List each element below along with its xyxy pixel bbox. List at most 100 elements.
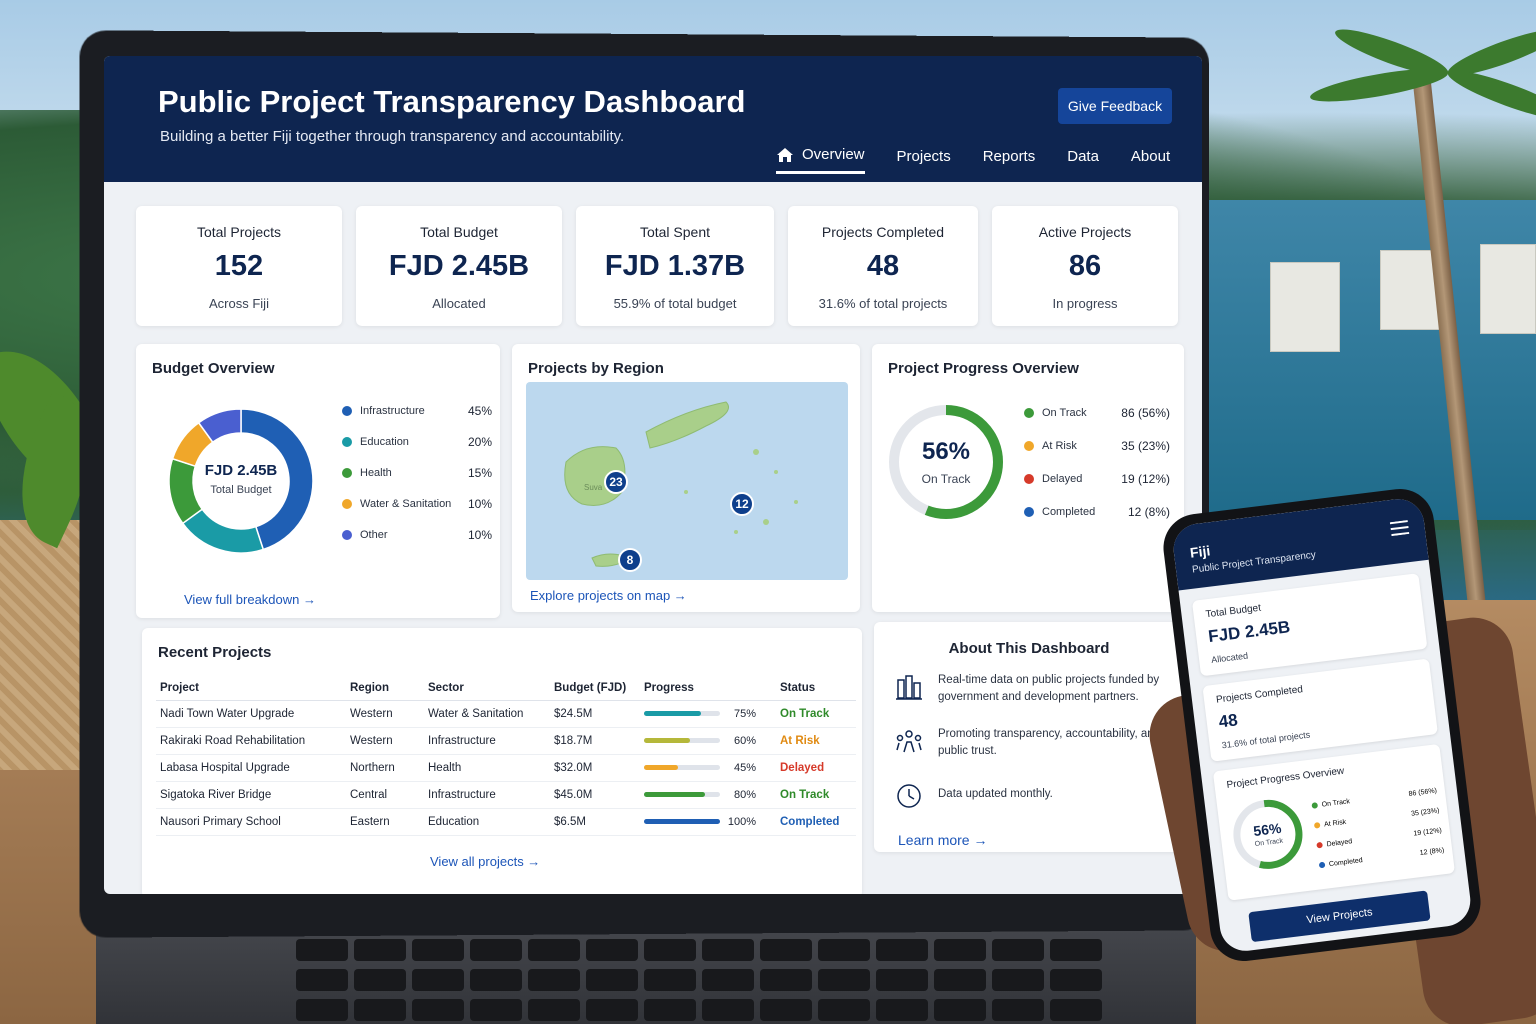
legend-value: 19 (12%) [1413,826,1443,838]
legend-label: Water & Sanitation [360,498,452,510]
budget-overview-card: Budget Overview FJD 2.45B Total Budget I… [136,344,500,618]
key-row [296,999,1102,1023]
table-row[interactable]: Rakiraki Road Rehabilitation Western Infra… [156,727,856,755]
small-island [734,530,738,534]
nav-overview-label: Overview [802,146,865,163]
recent-projects-title: Recent Projects [158,644,272,661]
nav-data[interactable]: Data [1067,148,1099,173]
about-dashboard-card: About This Dashboard Real-time data on p… [874,622,1184,852]
kpi-note: Allocated [432,296,486,311]
region-cell: Northern [346,754,424,782]
building-chart-icon [896,675,922,700]
legend-value: 35 (23%) [1410,806,1440,818]
progress-cell: 60% [640,727,776,755]
col-budget: Budget (FJD) [550,676,640,701]
progress-bar-fill [644,738,690,744]
table-row[interactable]: Sigatoka River Bridge Central Infrastructu… [156,781,856,809]
nav-reports[interactable]: Reports [983,148,1036,173]
key [354,969,406,991]
hamburger-menu-icon[interactable] [1389,520,1410,537]
kpi-active-projects: Active Projects 86 In progress [992,206,1178,326]
legend-item: At Risk 35 (23%) [1024,439,1170,453]
kpi-total-spent: Total Spent FJD 1.37B 55.9% of total bud… [576,206,774,326]
kpi-label: Total Projects [196,224,282,240]
home-icon [777,147,793,162]
legend-count: 19 [1121,472,1135,486]
kpi-total-projects: Total Projects 152 Across Fiji [136,206,342,326]
key [586,939,638,961]
kpi-note: In progress [1052,296,1118,311]
phone-brand: Fiji [1189,542,1212,561]
legend-dot [342,437,352,447]
key [296,999,348,1021]
laptop-screen: Public Project Transparency Dashboard Bu… [104,56,1202,894]
progress-bar-fill [644,792,705,798]
kpi-value: 152 [214,250,264,282]
legend-pct: (8%) [1144,505,1170,519]
nav-about[interactable]: About [1131,148,1170,173]
view-projects-button[interactable]: View Projects [1248,890,1431,943]
progress-title: Project Progress Overview [888,360,1079,377]
kpi-label: Active Projects [1038,224,1132,240]
legend-value: 12 (8%) [1419,846,1445,857]
legend-dot [1024,408,1034,418]
explore-map-link[interactable]: Explore projects on map → [530,588,687,603]
view-all-projects-link[interactable]: View all projects → [430,854,540,869]
project-name-cell: Labasa Hospital Upgrade [156,754,346,782]
nav-overview[interactable]: Overview [776,146,865,174]
donut-slice[interactable] [181,508,265,554]
key [702,939,754,961]
give-feedback-button[interactable]: Give Feedback [1058,88,1172,124]
key [644,999,696,1021]
phone-progress-card: Project Progress Overview 56% On Track O… [1212,743,1456,901]
smartphone: Fiji Public Project Transparency Total B… [1159,485,1485,965]
view-full-breakdown-link[interactable]: View full breakdown → [184,592,316,607]
legend-value: 86 (56%) [1121,406,1170,420]
progress-center-label: On Track [921,472,971,486]
budget-cell: $45.0M [550,781,640,809]
progress-percent: 80% [733,789,756,801]
key [354,939,406,961]
region-title: Projects by Region [528,360,664,377]
map-pin-western[interactable]: 23 [604,470,628,494]
kpi-value: 48 [866,250,900,282]
small-island [763,519,769,525]
small-island [774,470,778,474]
budget-center-label: Total Budget [210,484,272,496]
key [470,939,522,961]
table-row[interactable]: Nausori Primary School Eastern Education $6… [156,808,856,836]
key [876,939,928,961]
nav-projects[interactable]: Projects [897,148,951,173]
table-header-row: Project Region Sector Budget (FJD) Progr… [156,676,856,701]
key [528,969,580,991]
kpi-note: Across Fiji [209,296,269,311]
budget-cell: $24.5M [550,700,640,728]
kpi-value: FJD 2.45B [388,250,530,282]
legend-item: On Track 86 (56%) [1024,406,1170,420]
table-row[interactable]: Nadi Town Water Upgrade Western Water & Sa… [156,700,856,728]
budget-cell: $18.7M [550,727,640,755]
phone-progress-legend: On Track 86 (56%) At Risk 35 (23%) Delayed… [1311,781,1446,876]
legend-item: Health 15% [342,466,492,480]
clock-icon [897,784,921,808]
key [760,969,812,991]
kpi-value: 86 [1068,250,1102,282]
about-title: About This Dashboard [948,640,1110,657]
kpi-note: 31.6% of total projects [818,296,948,311]
learn-more-link[interactable]: Learn more → [898,832,987,848]
legend-item: Education 20% [342,435,492,449]
legend-label: Completed [1328,856,1364,868]
kpi-label: Total Spent [639,224,711,240]
legend-label: Completed [1042,506,1096,518]
project-name-cell: Nausori Primary School [156,808,346,836]
map-pin-eastern[interactable]: 12 [730,492,754,516]
legend-count: 35 [1121,439,1135,453]
table-row[interactable]: Labasa Hospital Upgrade Northern Health $32… [156,754,856,782]
progress-bar-fill [644,711,701,717]
small-island [684,490,688,494]
legend-label: At Risk [1042,440,1077,452]
fiji-map[interactable]: Suva 23 12 8 [526,382,848,580]
key-row [296,969,1102,993]
map-pin-southern[interactable]: 8 [618,548,642,572]
legend-count: 12 [1127,505,1142,519]
